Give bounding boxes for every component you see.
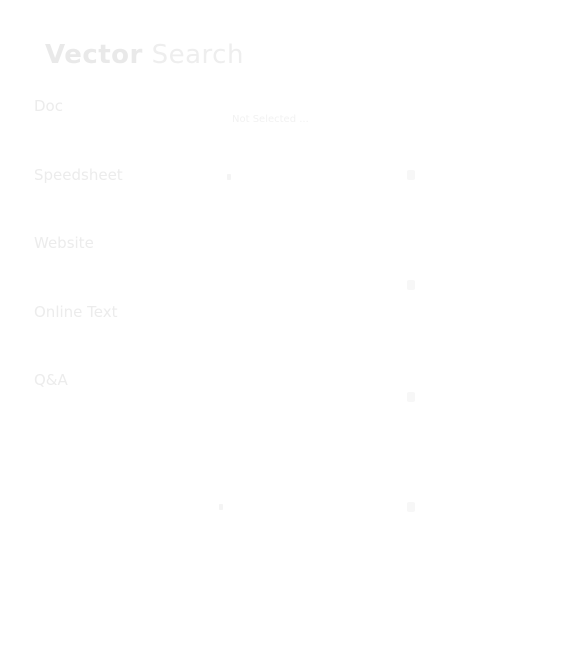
sidebar-item-website[interactable]: Website bbox=[34, 233, 94, 253]
sidebar-item-online-text[interactable]: Online Text bbox=[34, 302, 118, 322]
faint-checkbox[interactable] bbox=[407, 392, 415, 402]
app-root: Vector Search Doc Speedsheet Website Onl… bbox=[0, 0, 580, 650]
content-panel: Not Selected ... bbox=[215, 108, 445, 548]
faint-checkbox[interactable] bbox=[407, 280, 415, 290]
faint-marker bbox=[227, 174, 231, 180]
sidebar-item-speedsheet[interactable]: Speedsheet bbox=[34, 165, 123, 185]
faint-checkbox[interactable] bbox=[407, 502, 415, 512]
sidebar-nav: Doc Speedsheet Website Online Text Q&A bbox=[34, 0, 214, 650]
selection-caption: Not Selected ... bbox=[232, 114, 309, 125]
faint-checkbox[interactable] bbox=[407, 170, 415, 180]
faint-marker bbox=[219, 504, 223, 510]
sidebar-item-qa[interactable]: Q&A bbox=[34, 370, 68, 390]
sidebar-item-doc[interactable]: Doc bbox=[34, 96, 63, 116]
